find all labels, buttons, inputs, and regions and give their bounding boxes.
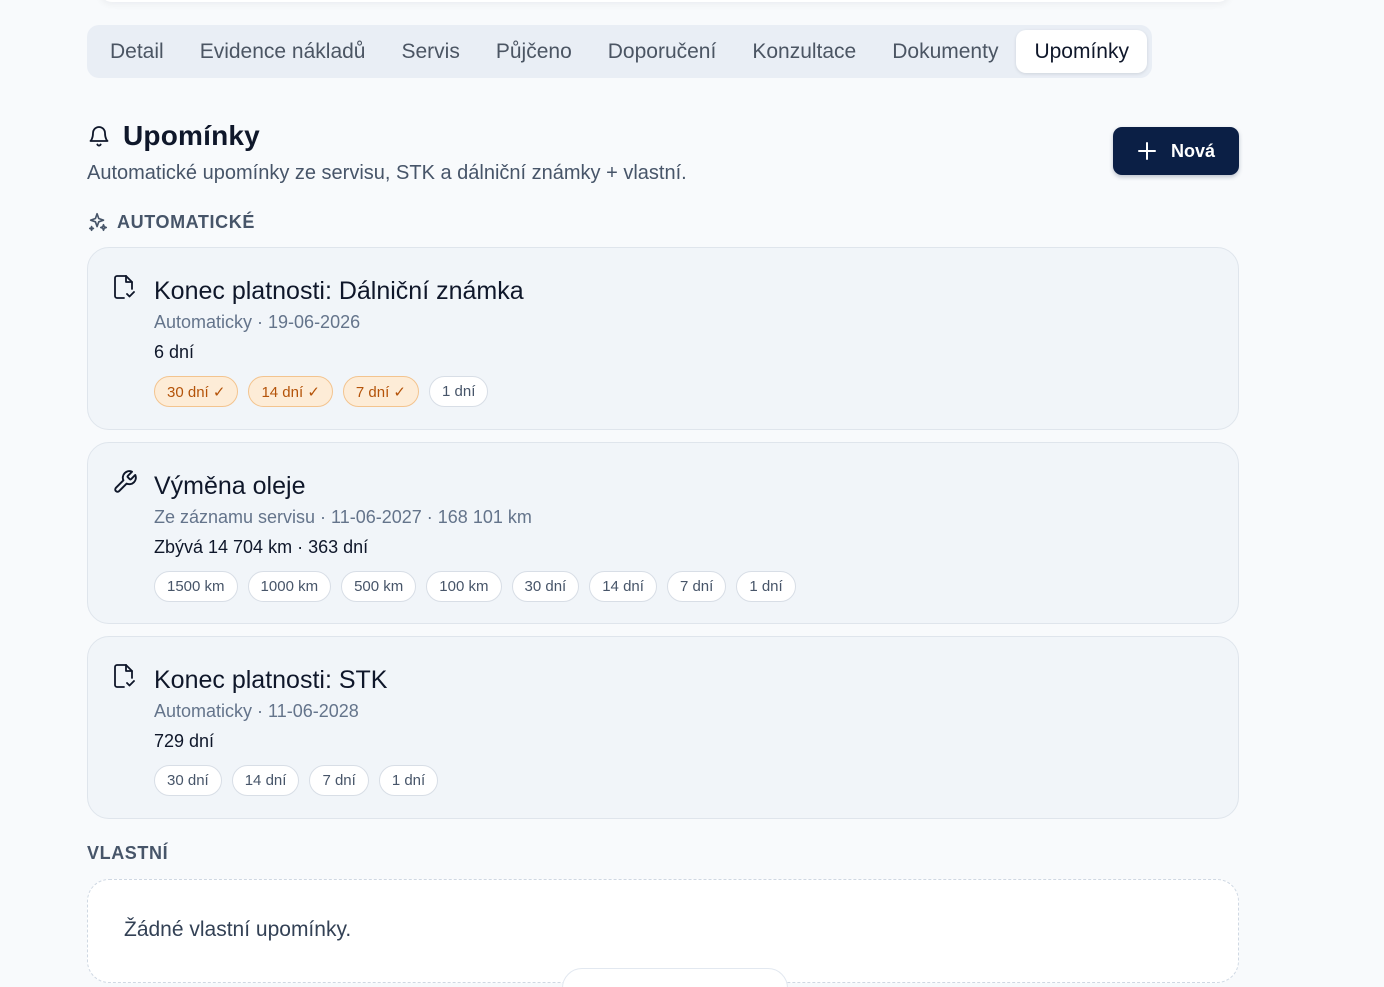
reminder-remaining: Zbývá 14 704 km · 363 dní	[154, 537, 369, 557]
reminder-chips: 30 dní ✓ 14 dní ✓ 7 dní ✓ 1 dní	[154, 376, 524, 407]
reminder-chip: 1 dní	[736, 571, 796, 602]
tab-pujceno[interactable]: Půjčeno	[478, 30, 590, 73]
tab-doporuceni[interactable]: Doporučení	[590, 30, 735, 73]
reminder-title: Výměna oleje	[154, 472, 306, 500]
reminder-chip: 100 km	[426, 571, 502, 602]
automatic-section-heading: AUTOMATICKÉ	[87, 211, 255, 233]
empty-state-text: Žádné vlastní upomínky.	[124, 918, 352, 941]
tab-evidence-nakladu[interactable]: Evidence nákladů	[182, 30, 384, 73]
top-card-edge	[100, 0, 1230, 2]
page-title: Upomínky	[123, 120, 260, 151]
reminder-chip: 14 dní	[231, 765, 300, 796]
reminder-chip: 1000 km	[247, 571, 332, 602]
reminder-chip: 7 dní	[309, 765, 369, 796]
reminder-meta: Automaticky · 11-06-2028	[154, 701, 359, 721]
reminder-chip: 30 dní	[154, 765, 222, 796]
reminder-chips: 30 dní 14 dní 7 dní 1 dní	[154, 765, 439, 796]
reminder-chip: 1500 km	[154, 571, 238, 602]
reminder-remaining: 6 dní	[154, 342, 195, 362]
tab-dokumenty[interactable]: Dokumenty	[874, 30, 1016, 73]
bell-icon	[87, 124, 111, 148]
reminder-card-body: Konec platnosti: Dálniční známka Automat…	[154, 276, 524, 407]
plus-icon	[1137, 141, 1157, 161]
reminder-card-body: Konec platnosti: STK Automaticky · 11-06…	[154, 665, 439, 796]
reminder-chip: 30 dní	[511, 571, 580, 602]
reminder-chip: 500 km	[341, 571, 417, 602]
reminder-card-body: Výměna oleje Ze záznamu servisu · 11-06-…	[154, 471, 796, 602]
tab-upominky[interactable]: Upomínky	[1016, 30, 1147, 73]
document-check-icon	[112, 274, 136, 300]
reminder-title: Konec platnosti: STK	[154, 666, 388, 694]
page-header: Upomínky Automatické upomínky ze servisu…	[87, 120, 687, 185]
sparkles-icon	[87, 211, 109, 233]
wrench-icon	[112, 469, 138, 495]
new-reminder-label: Nová	[1170, 140, 1215, 161]
reminder-card-dalnicni-znamka[interactable]: Konec platnosti: Dálniční známka Automat…	[87, 247, 1239, 430]
page-subtitle: Automatické upomínky ze servisu, STK a d…	[87, 162, 687, 184]
document-check-icon	[112, 663, 136, 689]
reminder-chip: 7 dní	[666, 571, 727, 602]
page-title-row: Upomínky	[87, 120, 687, 152]
new-reminder-button[interactable]: Nová	[1113, 127, 1239, 175]
floating-pill[interactable]	[562, 968, 788, 987]
reminder-chip-done: 7 dní ✓	[342, 376, 420, 407]
custom-heading-label: VLASTNÍ	[87, 843, 169, 863]
reminder-remaining: 729 dní	[154, 731, 215, 751]
reminder-chip: 1 dní	[429, 376, 489, 407]
custom-section-heading: VLASTNÍ	[87, 843, 168, 864]
reminder-chips: 1500 km 1000 km 500 km 100 km 30 dní 14 …	[154, 571, 796, 602]
reminder-card-stk[interactable]: Konec platnosti: STK Automaticky · 11-06…	[87, 636, 1239, 819]
reminder-chip-done: 30 dní ✓	[154, 376, 239, 407]
reminder-chip-done: 14 dní ✓	[248, 376, 333, 407]
tab-konzultace[interactable]: Konzultace	[734, 30, 874, 73]
reminder-card-vymena-oleje[interactable]: Výměna oleje Ze záznamu servisu · 11-06-…	[87, 442, 1239, 624]
tab-servis[interactable]: Servis	[384, 30, 478, 73]
reminder-chip: 1 dní	[378, 765, 439, 796]
reminder-meta: Ze záznamu servisu · 11-06-2027 · 168 10…	[154, 507, 532, 527]
reminder-meta: Automaticky · 19-06-2026	[154, 312, 361, 332]
reminder-title: Konec platnosti: Dálniční známka	[154, 277, 524, 305]
automatic-heading-label: AUTOMATICKÉ	[117, 211, 255, 232]
reminder-chip: 14 dní	[589, 571, 657, 602]
tab-detail[interactable]: Detail	[92, 30, 182, 73]
tab-bar: Detail Evidence nákladů Servis Půjčeno D…	[87, 25, 1152, 78]
